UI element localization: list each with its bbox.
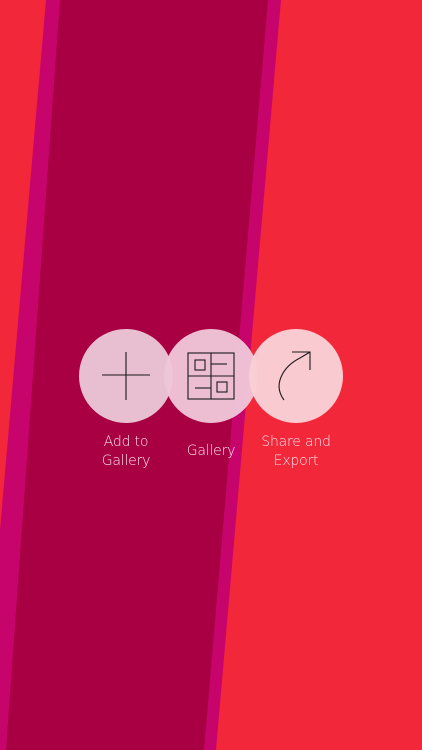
- plus-icon: [102, 352, 150, 400]
- share-and-export-label: Share and Export: [261, 434, 331, 469]
- action-menu: Add to Gallery Gallery Share and Export: [0, 0, 422, 750]
- share-arrow-icon: [278, 351, 311, 401]
- add-to-gallery-circle[interactable]: [79, 329, 173, 423]
- gallery-circle[interactable]: [164, 329, 258, 423]
- grid-icon: [187, 352, 235, 400]
- share-and-export-circle[interactable]: [249, 329, 343, 423]
